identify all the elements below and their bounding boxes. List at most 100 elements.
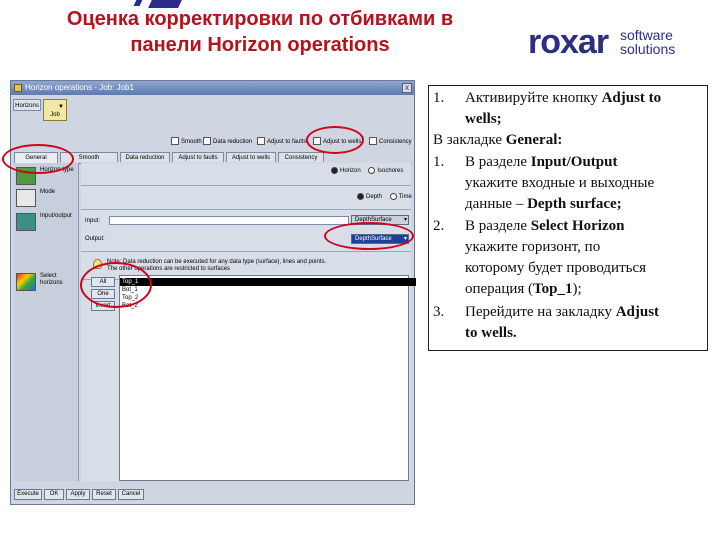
note-line2: The other operations are restricted to s… <box>107 266 231 272</box>
input-output-icon <box>16 213 36 231</box>
tab-adjust-to-wells[interactable]: Adjust to wells <box>226 152 276 162</box>
radio-icon[interactable] <box>389 193 397 200</box>
close-icon[interactable]: x <box>402 83 412 93</box>
option-data-reduction[interactable]: Data reduction <box>203 137 252 147</box>
highlight-adjust-to-wells <box>306 126 364 154</box>
section-label: Select horizons <box>40 273 63 286</box>
tab-data-reduction[interactable]: Data reduction <box>120 152 170 162</box>
text: данные – <box>465 196 528 212</box>
slide-title-line1: Оценка корректировки по отбивками в <box>66 8 454 30</box>
step-number: 2. <box>433 218 445 234</box>
select-horizons-icon <box>16 273 36 291</box>
note-line1: Note: Data reduction can be executed for… <box>107 259 327 265</box>
checkbox-icon[interactable] <box>203 137 211 146</box>
option-label: Smooth <box>181 139 202 145</box>
text: Перейдите на закладку <box>465 304 616 320</box>
text: Активируйте кнопку <box>465 90 602 106</box>
list-item[interactable]: Top_1 <box>120 278 416 286</box>
highlight-output-select <box>324 222 414 250</box>
mode-icon <box>16 189 36 207</box>
general-heading: В закладке General: <box>433 130 562 151</box>
step-text: В разделе Input/Output <box>465 152 617 173</box>
checkbox-icon[interactable] <box>257 137 265 146</box>
text-bold: wells; <box>465 111 502 127</box>
horizons-button[interactable]: Horizons <box>13 99 41 111</box>
mode-radios: Depth Time <box>357 193 412 201</box>
horizon-list[interactable]: Top_1 Bot_1 Top_2 Bot_2 <box>119 275 416 481</box>
cancel-button[interactable]: Cancel <box>118 489 144 500</box>
app-icon <box>14 84 22 92</box>
text: ); <box>572 281 582 297</box>
step-text: укажите горизонт, по <box>465 239 601 255</box>
job-button[interactable]: Job ▼ <box>43 99 67 121</box>
step-text: данные – Depth surface; <box>465 194 622 215</box>
note-text: Note: Data reduction can be executed for… <box>107 259 407 273</box>
radio-label: Time <box>398 194 412 201</box>
roxar-logo: roxar software solutions <box>528 24 698 64</box>
radio-icon[interactable] <box>368 167 376 174</box>
text-bold: Adjust <box>615 304 660 320</box>
highlight-general-tab <box>2 144 74 174</box>
chevron-down-icon[interactable]: ▼ <box>58 104 64 110</box>
logo-sub1: software <box>620 27 673 43</box>
text: В разделе <box>465 218 531 234</box>
option-adjust-to-faults[interactable]: Adjust to faults <box>257 137 306 147</box>
execute-button[interactable]: Execute <box>14 489 42 500</box>
text-bold: to wells. <box>465 325 517 341</box>
toolbar: Horizons Job ▼ <box>13 97 83 125</box>
step-text: wells; <box>465 109 502 130</box>
text-bold: Input/Output <box>530 154 618 170</box>
radio-label: Isochores <box>377 168 404 175</box>
text-bold: Select Horizon <box>530 218 625 234</box>
radio-icon[interactable] <box>357 193 364 200</box>
radio-depth[interactable]: Depth <box>357 193 383 201</box>
tab-consistency[interactable]: Consistency <box>278 152 324 162</box>
step-text: Активируйте кнопку Adjust to <box>465 88 661 109</box>
text: операция ( <box>465 281 534 297</box>
reset-button[interactable]: Reset <box>92 489 116 500</box>
text: В разделе <box>465 154 531 170</box>
option-consistency[interactable]: Consistency <box>369 137 412 147</box>
apply-button[interactable]: Apply <box>66 489 90 500</box>
option-label: Adjust to faults <box>267 139 307 145</box>
text-bold: Adjust to <box>601 90 662 106</box>
section-panel: Horizon type Mode Input/output Select ho… <box>14 163 79 481</box>
window-titlebar[interactable]: Horizon operations - Job: Job1 x <box>11 81 414 95</box>
ok-button[interactable]: OK <box>44 489 64 500</box>
checkbox-icon[interactable] <box>171 137 179 146</box>
input-field[interactable] <box>109 216 349 225</box>
list-item[interactable]: Bot_2 <box>120 302 416 310</box>
step-number: 1. <box>433 90 445 106</box>
radio-isochores[interactable]: Isochores <box>368 167 404 175</box>
step-text: укажите входные и выходные <box>465 175 655 191</box>
section-label: Input/output <box>40 213 72 219</box>
divider <box>81 251 411 252</box>
step-number: 3. <box>433 304 445 320</box>
window-title: Horizon operations - Job: Job1 <box>25 83 134 92</box>
list-item[interactable]: Top_2 <box>120 294 416 302</box>
step-text: Перейдите на закладку Adjust <box>465 302 659 323</box>
option-smooth[interactable]: Smooth <box>171 137 202 147</box>
instructions-box: 1. Активируйте кнопку Adjust to wells; В… <box>428 85 708 351</box>
horizon-type-radios: Horizon Isochores <box>331 167 403 175</box>
step-number: 1. <box>433 154 445 170</box>
radio-label: Depth <box>366 194 383 201</box>
radio-label: Horizon <box>340 168 361 175</box>
checkbox-icon[interactable] <box>369 137 377 146</box>
radio-icon[interactable] <box>331 167 338 174</box>
logo-word: roxar <box>528 23 609 61</box>
general-tab-content: Horizon Isochores Depth Time Input: Dept… <box>81 163 416 481</box>
text-bold: Top_1 <box>533 281 573 297</box>
tab-adjust-to-faults[interactable]: Adjust to faults <box>172 152 224 162</box>
radio-time[interactable]: Time <box>389 193 412 201</box>
option-label: Data reduction <box>213 139 253 145</box>
option-label: Consistency <box>379 139 412 145</box>
input-label: Input: <box>85 218 101 224</box>
step-text: В разделе Select Horizon <box>465 216 624 237</box>
slide-title-line2: панели Horizon operations <box>130 34 390 56</box>
job-label: Job <box>50 112 60 118</box>
chevron-down-icon: ▾ <box>403 217 407 223</box>
radio-horizon[interactable]: Horizon <box>331 167 361 175</box>
text-bold: Depth surface; <box>527 196 622 212</box>
list-item[interactable]: Bot_1 <box>120 286 416 294</box>
